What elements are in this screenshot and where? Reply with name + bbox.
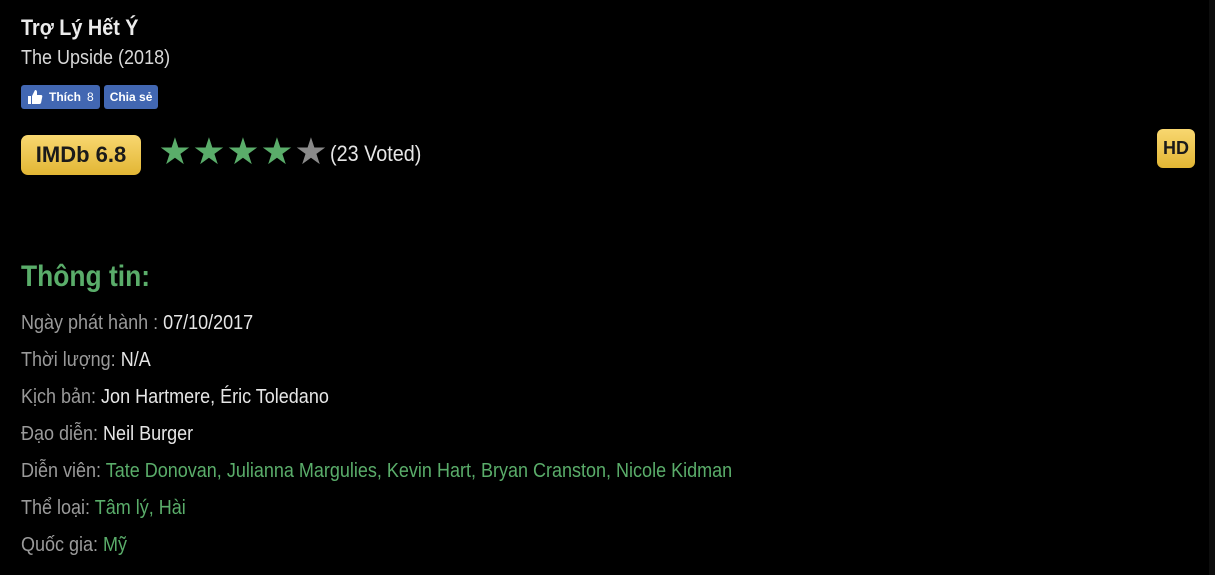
info-section-title: Thông tin: [21,260,151,293]
facebook-like-label: Thích [49,90,81,104]
release-date-label: Ngày phát hành : [21,312,164,334]
list-separator: , [148,497,159,519]
facebook-buttons: Thích 8 Chia sẻ [21,85,159,109]
star-icon[interactable]: ★ [294,132,328,172]
scrollbar[interactable] [1209,0,1215,575]
cast-link[interactable]: Bryan Cranston [481,460,606,482]
genre-link[interactable]: Tâm lý [95,497,149,519]
list-separator: , [216,460,227,482]
list-separator: , [470,460,481,482]
writers-row: Kịch bản: Jon Hartmere, Éric Toledano [21,386,732,423]
star-icon[interactable]: ★ [192,132,226,172]
genre-row: Thể loại: Tâm lý, Hài [21,497,732,534]
info-list: Ngày phát hành : 07/10/2017 Thời lượng: … [21,312,811,571]
duration-label: Thời lượng: [21,349,121,371]
cast-link[interactable]: Nicole Kidman [616,460,732,482]
release-date-value: 07/10/2017 [163,312,254,334]
facebook-share-button[interactable]: Chia sẻ [103,85,159,109]
cast-link[interactable]: Kevin Hart [387,460,471,482]
writers-value: Jon Hartmere, Éric Toledano [101,386,329,408]
star-icon[interactable]: ★ [158,132,192,172]
director-value: Neil Burger [103,423,194,445]
list-separator: , [376,460,387,482]
facebook-like-button[interactable]: Thích 8 [21,85,100,109]
thumbs-up-icon [28,90,43,104]
star-icon[interactable]: ★ [260,132,294,172]
duration-value: N/A [120,349,151,371]
list-separator: , [606,460,617,482]
movie-title: Trợ Lý Hết Ý [21,15,139,40]
director-row: Đạo diễn: Neil Burger [21,423,732,460]
release-date-row: Ngày phát hành : 07/10/2017 [21,312,732,349]
writers-label: Kịch bản: [21,386,102,408]
genre-links: Tâm lý, Hài [95,497,186,519]
cast-links: Tate Donovan, Julianna Margulies, Kevin … [106,460,732,482]
country-label: Quốc gia: [21,534,104,556]
cast-link[interactable]: Julianna Margulies [227,460,377,482]
cast-link[interactable]: Tate Donovan [106,460,217,482]
cast-label: Diễn viên: [21,460,106,482]
movie-original-title: The Upside (2018) [21,47,171,69]
genre-label: Thể loại: [21,497,95,519]
duration-row: Thời lượng: N/A [21,349,732,386]
rating-row: IMDb 6.8 ★ ★ ★ ★ ★ (23 Voted) HD [21,129,1195,177]
genre-link[interactable]: Hài [159,497,186,519]
imdb-badge: IMDb 6.8 [21,135,141,175]
voted-count: (23 Voted) [330,141,422,166]
country-row: Quốc gia: Mỹ [21,534,732,571]
star-icon[interactable]: ★ [226,132,260,172]
cast-row: Diễn viên: Tate Donovan, Julianna Margul… [21,460,732,497]
quality-badge: HD [1157,129,1195,168]
country-link[interactable]: Mỹ [103,534,127,556]
star-rating[interactable]: ★ ★ ★ ★ ★ [158,132,328,172]
director-label: Đạo diễn: [21,423,104,445]
facebook-like-count: 8 [87,90,94,104]
